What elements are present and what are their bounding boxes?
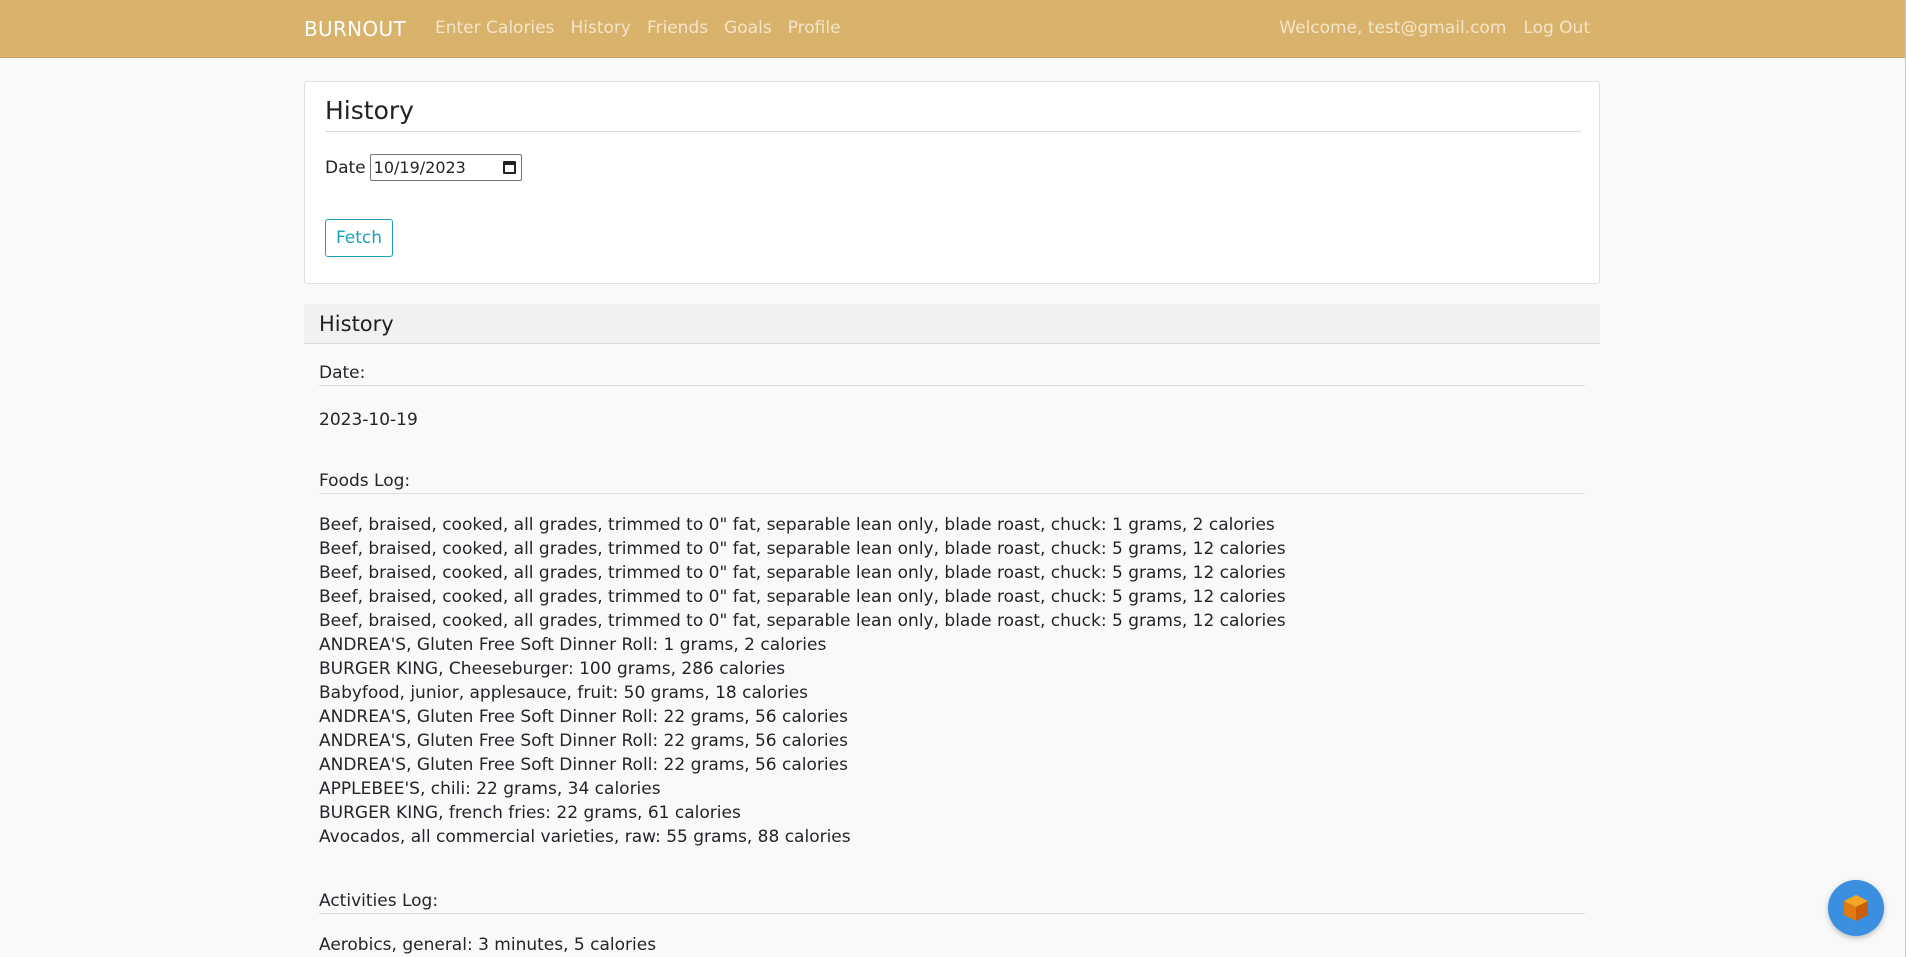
activities-log-list: Aerobics, general: 3 minutes, 5 calories — [319, 933, 656, 957]
food-item: APPLEBEE'S, chili: 22 grams, 34 calories — [319, 779, 661, 799]
help-widget-button[interactable] — [1828, 880, 1884, 936]
results-date-label: Date: — [319, 363, 1585, 386]
food-item: Babyfood, junior, applesauce, fruit: 50 … — [319, 683, 809, 703]
food-item: ANDREA'S, Gluten Free Soft Dinner Roll: … — [319, 731, 848, 751]
foods-log-list: Beef, braised, cooked, all grades, trimm… — [319, 513, 1286, 849]
food-item: Beef, braised, cooked, all grades, trimm… — [319, 515, 1275, 535]
activity-item: Aerobics, general: 3 minutes, 5 calories — [319, 935, 657, 955]
foods-log-label: Foods Log: — [319, 471, 1585, 494]
nav-history[interactable]: History — [570, 18, 630, 38]
calendar-icon[interactable] — [502, 161, 516, 174]
activities-log-label: Activities Log: — [319, 891, 1585, 914]
food-item: BURGER KING, french fries: 22 grams, 61 … — [319, 803, 741, 823]
food-item: Beef, braised, cooked, all grades, trimm… — [319, 563, 1286, 583]
food-item: Beef, braised, cooked, all grades, trimm… — [319, 611, 1286, 631]
navbar: BURNOUT Enter Calories History Friends G… — [0, 0, 1906, 58]
welcome-user-link[interactable]: Welcome, test@gmail.com — [1279, 18, 1506, 38]
nav-user-area: Welcome, test@gmail.com Log Out — [1279, 18, 1590, 38]
brand-logo[interactable]: BURNOUT — [304, 17, 406, 41]
cube-icon — [1844, 895, 1868, 921]
nav-enter-calories[interactable]: Enter Calories — [435, 18, 554, 38]
fetch-button[interactable]: Fetch — [325, 219, 393, 257]
history-search-card: History Date 10/19/2023 Fetch — [304, 81, 1600, 284]
nav-friends[interactable]: Friends — [647, 18, 708, 38]
food-item: ANDREA'S, Gluten Free Soft Dinner Roll: … — [319, 635, 827, 655]
nav-goals[interactable]: Goals — [724, 18, 772, 38]
food-item: Beef, braised, cooked, all grades, trimm… — [319, 587, 1286, 607]
results-date-value: 2023-10-19 — [319, 410, 418, 430]
history-results: History Date: 2023-10-19 Foods Log: Beef… — [304, 304, 1600, 957]
food-item: ANDREA'S, Gluten Free Soft Dinner Roll: … — [319, 755, 848, 775]
food-item: ANDREA'S, Gluten Free Soft Dinner Roll: … — [319, 707, 848, 727]
date-input-value: 10/19/2023 — [373, 158, 466, 177]
nav-links: Enter Calories History Friends Goals Pro… — [435, 18, 841, 38]
food-item: Avocados, all commercial varieties, raw:… — [319, 827, 851, 847]
food-item: Beef, braised, cooked, all grades, trimm… — [319, 539, 1286, 559]
search-card-title: History — [325, 96, 1581, 132]
food-item: BURGER KING, Cheeseburger: 100 grams, 28… — [319, 659, 786, 679]
results-header: History — [304, 304, 1600, 344]
nav-profile[interactable]: Profile — [788, 18, 841, 38]
logout-link[interactable]: Log Out — [1523, 18, 1590, 38]
date-input[interactable]: 10/19/2023 — [369, 154, 522, 181]
date-label: Date — [325, 157, 366, 178]
date-row: Date 10/19/2023 — [325, 154, 522, 181]
